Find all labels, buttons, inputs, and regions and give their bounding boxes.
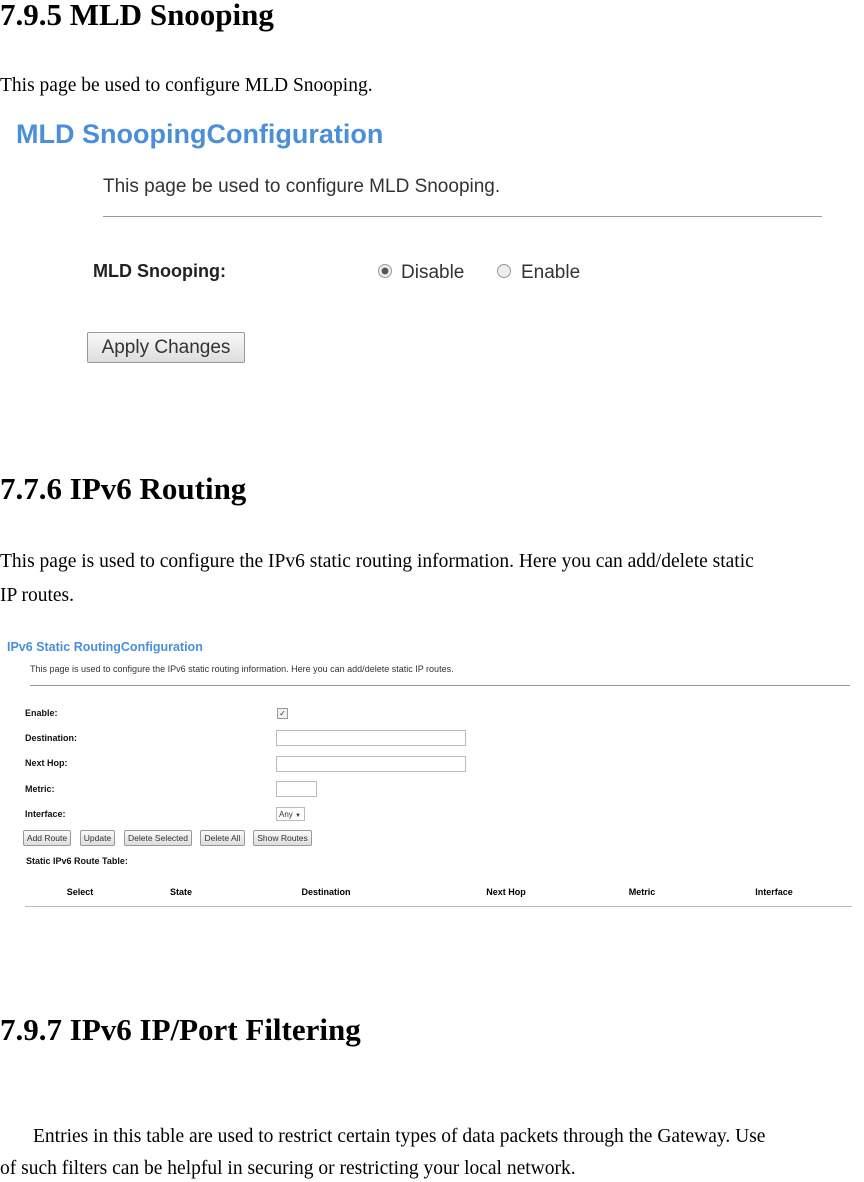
interface-value: Any bbox=[279, 810, 293, 819]
next-hop-label: Next Hop: bbox=[25, 758, 68, 768]
delete-selected-button[interactable]: Delete Selected bbox=[124, 830, 192, 846]
column-header-interface: Interface bbox=[755, 887, 793, 897]
section-heading-mld: 7.9.5 MLD Snooping bbox=[0, 0, 274, 32]
disable-radio[interactable] bbox=[378, 264, 392, 278]
destination-label: Destination: bbox=[25, 733, 78, 743]
update-button[interactable]: Update bbox=[80, 830, 115, 846]
enable-label: Enable: bbox=[25, 708, 58, 718]
column-header-select: Select bbox=[66, 887, 94, 897]
column-header-next-hop: Next Hop bbox=[486, 887, 526, 897]
metric-label: Metric: bbox=[25, 784, 55, 794]
ipv6-intro-line-1: This page is used to configure the IPv6 … bbox=[0, 551, 754, 572]
delete-all-button[interactable]: Delete All bbox=[200, 830, 245, 846]
destination-input[interactable] bbox=[276, 730, 466, 746]
column-header-state: State bbox=[169, 887, 193, 897]
enable-checkbox[interactable]: ✓ bbox=[277, 708, 288, 719]
interface-select[interactable]: Any ▼ bbox=[276, 807, 305, 821]
filtering-intro-line-2: of such filters can be helpful in securi… bbox=[0, 1158, 576, 1179]
section-heading-ipv6-filtering: 7.9.7 IPv6 IP/Port Filtering bbox=[0, 1012, 361, 1047]
mld-snooping-label: MLD Snooping: bbox=[93, 261, 226, 281]
disable-label: Disable bbox=[401, 262, 465, 283]
mld-description: This page be used to configure MLD Snoop… bbox=[103, 176, 501, 197]
apply-changes-button[interactable]: Apply Changes bbox=[87, 332, 245, 363]
ipv6-description: This page is used to configure the IPv6 … bbox=[30, 664, 454, 674]
ipv6-config-title: IPv6 Static RoutingConfiguration bbox=[7, 640, 203, 654]
next-hop-input[interactable] bbox=[276, 756, 466, 772]
table-divider bbox=[25, 906, 852, 907]
mld-config-title: MLD SnoopingConfiguration bbox=[16, 119, 384, 149]
chevron-down-icon: ▼ bbox=[295, 813, 301, 819]
enable-radio[interactable] bbox=[497, 264, 511, 278]
column-header-metric: Metric bbox=[628, 887, 656, 897]
divider bbox=[30, 685, 850, 686]
mld-intro: This page be used to configure MLD Snoop… bbox=[0, 75, 373, 96]
metric-input[interactable] bbox=[276, 781, 317, 797]
route-table-title: Static IPv6 Route Table: bbox=[26, 856, 128, 866]
divider bbox=[103, 216, 822, 217]
enable-label: Enable bbox=[521, 262, 581, 283]
column-header-destination: Destination bbox=[301, 887, 351, 897]
add-route-button[interactable]: Add Route bbox=[23, 830, 71, 846]
filtering-intro-line-1: Entries in this table are used to restri… bbox=[33, 1126, 766, 1147]
section-heading-ipv6-routing: 7.7.6 IPv6 Routing bbox=[0, 471, 247, 506]
ipv6-intro-line-2: IP routes. bbox=[0, 585, 75, 606]
interface-label: Interface: bbox=[25, 809, 66, 819]
show-routes-button[interactable]: Show Routes bbox=[253, 830, 312, 846]
